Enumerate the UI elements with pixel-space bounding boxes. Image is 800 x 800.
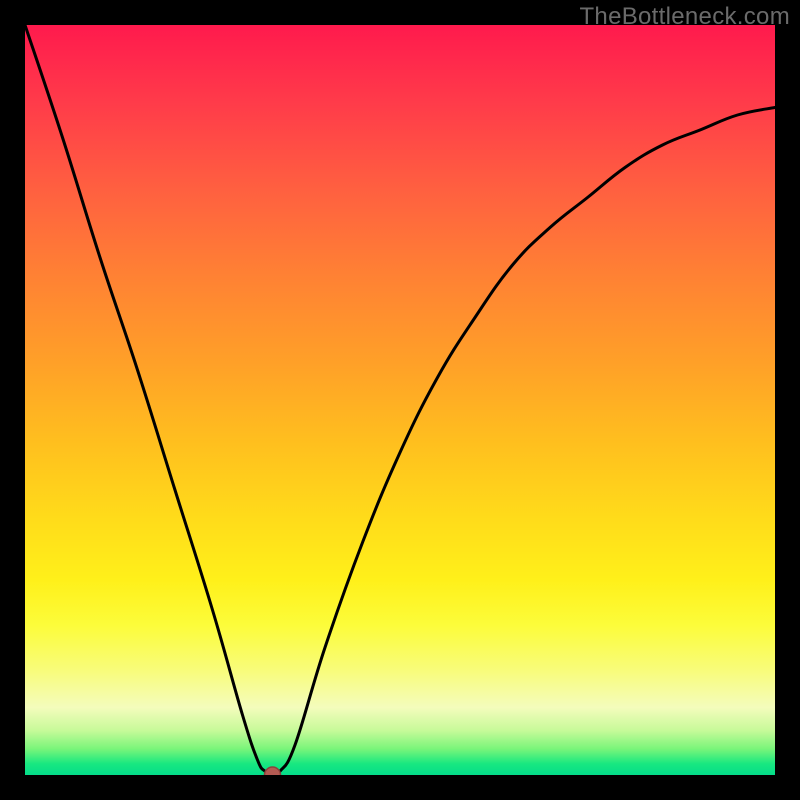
chart-gradient-area [25,25,775,775]
